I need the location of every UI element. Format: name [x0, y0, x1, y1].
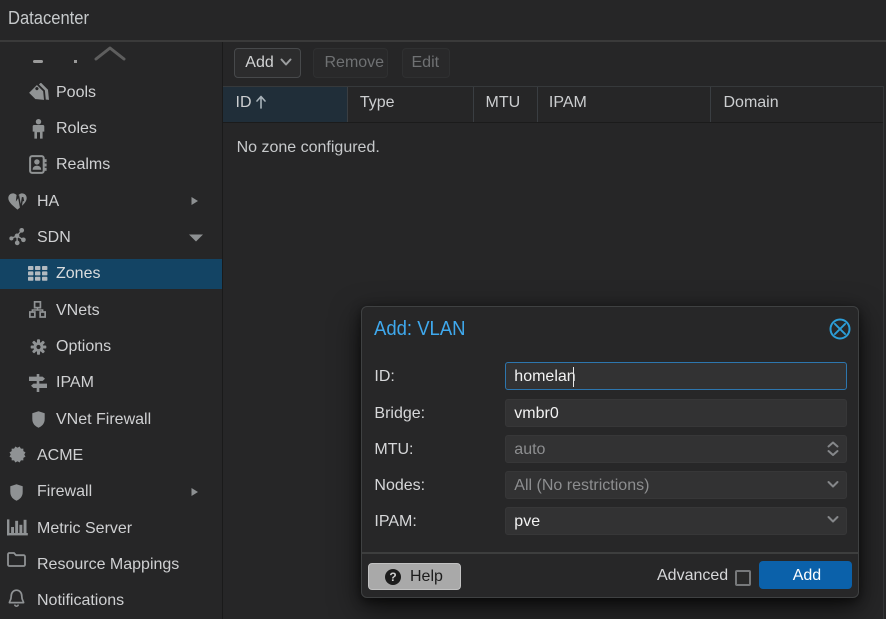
svg-text:?: ?: [389, 570, 396, 584]
